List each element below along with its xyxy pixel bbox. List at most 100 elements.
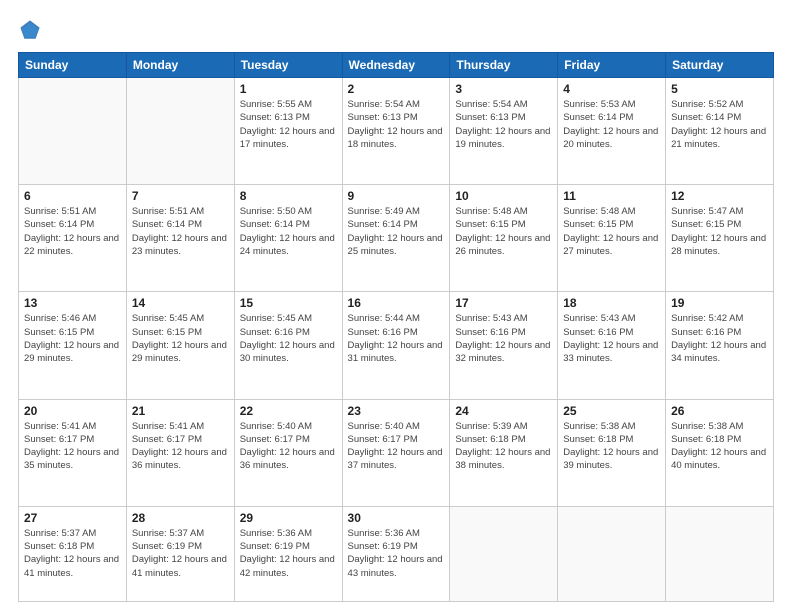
day-number: 6 — [24, 189, 121, 203]
day-info: Sunrise: 5:37 AM Sunset: 6:18 PM Dayligh… — [24, 527, 121, 580]
day-info: Sunrise: 5:51 AM Sunset: 6:14 PM Dayligh… — [24, 205, 121, 258]
day-number: 14 — [132, 296, 229, 310]
weekday-header-wednesday: Wednesday — [342, 53, 450, 78]
calendar-cell: 2 Sunrise: 5:54 AM Sunset: 6:13 PM Daylig… — [342, 78, 450, 185]
weekday-header-thursday: Thursday — [450, 53, 558, 78]
calendar-cell: 8 Sunrise: 5:50 AM Sunset: 6:14 PM Daylig… — [234, 185, 342, 292]
day-number: 24 — [455, 404, 552, 418]
calendar-cell: 12 Sunrise: 5:47 AM Sunset: 6:15 PM Dayli… — [666, 185, 774, 292]
calendar-cell: 17 Sunrise: 5:43 AM Sunset: 6:16 PM Dayli… — [450, 292, 558, 399]
day-number: 7 — [132, 189, 229, 203]
calendar-cell — [19, 78, 127, 185]
calendar-cell: 7 Sunrise: 5:51 AM Sunset: 6:14 PM Daylig… — [126, 185, 234, 292]
calendar-cell: 19 Sunrise: 5:42 AM Sunset: 6:16 PM Dayli… — [666, 292, 774, 399]
day-number: 25 — [563, 404, 660, 418]
day-number: 27 — [24, 511, 121, 525]
calendar-cell: 5Sunrise: 5:52 AM Sunset: 6:14 PM Daylig… — [666, 78, 774, 185]
day-number: 30 — [348, 511, 445, 525]
calendar-week-2: 6 Sunrise: 5:51 AM Sunset: 6:14 PM Daylig… — [19, 185, 774, 292]
weekday-header-tuesday: Tuesday — [234, 53, 342, 78]
day-info: Sunrise: 5:44 AM Sunset: 6:16 PM Dayligh… — [348, 312, 445, 365]
day-info: Sunrise: 5:36 AM Sunset: 6:19 PM Dayligh… — [348, 527, 445, 580]
calendar-cell: 10Sunrise: 5:48 AM Sunset: 6:15 PM Dayli… — [450, 185, 558, 292]
day-number: 19 — [671, 296, 768, 310]
day-number: 1 — [240, 82, 337, 96]
day-info: Sunrise: 5:45 AM Sunset: 6:16 PM Dayligh… — [240, 312, 337, 365]
weekday-header-sunday: Sunday — [19, 53, 127, 78]
day-info: Sunrise: 5:39 AM Sunset: 6:18 PM Dayligh… — [455, 420, 552, 473]
weekday-header-saturday: Saturday — [666, 53, 774, 78]
day-number: 12 — [671, 189, 768, 203]
day-info: Sunrise: 5:45 AM Sunset: 6:15 PM Dayligh… — [132, 312, 229, 365]
calendar-cell: 23 Sunrise: 5:40 AM Sunset: 6:17 PM Dayli… — [342, 399, 450, 506]
day-info: Sunrise: 5:53 AM Sunset: 6:14 PM Dayligh… — [563, 98, 660, 151]
day-info: Sunrise: 5:54 AM Sunset: 6:13 PM Dayligh… — [348, 98, 445, 151]
day-info: Sunrise: 5:41 AM Sunset: 6:17 PM Dayligh… — [132, 420, 229, 473]
calendar-cell: 15 Sunrise: 5:45 AM Sunset: 6:16 PM Dayli… — [234, 292, 342, 399]
calendar-week-3: 13Sunrise: 5:46 AM Sunset: 6:15 PM Dayli… — [19, 292, 774, 399]
day-number: 11 — [563, 189, 660, 203]
day-info: Sunrise: 5:52 AM Sunset: 6:14 PM Dayligh… — [671, 98, 768, 151]
day-number: 26 — [671, 404, 768, 418]
calendar-cell: 30 Sunrise: 5:36 AM Sunset: 6:19 PM Dayli… — [342, 506, 450, 601]
weekday-header-row: SundayMondayTuesdayWednesdayThursdayFrid… — [19, 53, 774, 78]
day-info: Sunrise: 5:48 AM Sunset: 6:15 PM Dayligh… — [563, 205, 660, 258]
weekday-header-monday: Monday — [126, 53, 234, 78]
day-number: 20 — [24, 404, 121, 418]
day-number: 17 — [455, 296, 552, 310]
calendar-cell: 29Sunrise: 5:36 AM Sunset: 6:19 PM Dayli… — [234, 506, 342, 601]
day-number: 28 — [132, 511, 229, 525]
calendar-cell: 9 Sunrise: 5:49 AM Sunset: 6:14 PM Daylig… — [342, 185, 450, 292]
calendar-cell: 11 Sunrise: 5:48 AM Sunset: 6:15 PM Dayli… — [558, 185, 666, 292]
day-info: Sunrise: 5:51 AM Sunset: 6:14 PM Dayligh… — [132, 205, 229, 258]
calendar-cell: 22Sunrise: 5:40 AM Sunset: 6:17 PM Dayli… — [234, 399, 342, 506]
day-info: Sunrise: 5:50 AM Sunset: 6:14 PM Dayligh… — [240, 205, 337, 258]
day-number: 16 — [348, 296, 445, 310]
page: SundayMondayTuesdayWednesdayThursdayFrid… — [0, 0, 792, 612]
calendar-cell: 20 Sunrise: 5:41 AM Sunset: 6:17 PM Dayli… — [19, 399, 127, 506]
calendar-cell: 6 Sunrise: 5:51 AM Sunset: 6:14 PM Daylig… — [19, 185, 127, 292]
calendar-cell: 24 Sunrise: 5:39 AM Sunset: 6:18 PM Dayli… — [450, 399, 558, 506]
day-number: 18 — [563, 296, 660, 310]
calendar-cell — [126, 78, 234, 185]
day-number: 22 — [240, 404, 337, 418]
calendar-cell: 27 Sunrise: 5:37 AM Sunset: 6:18 PM Dayli… — [19, 506, 127, 601]
day-info: Sunrise: 5:38 AM Sunset: 6:18 PM Dayligh… — [671, 420, 768, 473]
calendar-cell — [666, 506, 774, 601]
day-info: Sunrise: 5:43 AM Sunset: 6:16 PM Dayligh… — [563, 312, 660, 365]
day-info: Sunrise: 5:55 AM Sunset: 6:13 PM Dayligh… — [240, 98, 337, 151]
day-info: Sunrise: 5:40 AM Sunset: 6:17 PM Dayligh… — [348, 420, 445, 473]
day-info: Sunrise: 5:43 AM Sunset: 6:16 PM Dayligh… — [455, 312, 552, 365]
calendar-cell: 28Sunrise: 5:37 AM Sunset: 6:19 PM Dayli… — [126, 506, 234, 601]
logo — [18, 18, 46, 42]
day-number: 29 — [240, 511, 337, 525]
day-number: 2 — [348, 82, 445, 96]
calendar-cell: 16 Sunrise: 5:44 AM Sunset: 6:16 PM Dayli… — [342, 292, 450, 399]
calendar-cell: 14 Sunrise: 5:45 AM Sunset: 6:15 PM Dayli… — [126, 292, 234, 399]
calendar-week-5: 27 Sunrise: 5:37 AM Sunset: 6:18 PM Dayli… — [19, 506, 774, 601]
calendar-week-4: 20 Sunrise: 5:41 AM Sunset: 6:17 PM Dayli… — [19, 399, 774, 506]
weekday-header-friday: Friday — [558, 53, 666, 78]
calendar-cell: 13Sunrise: 5:46 AM Sunset: 6:15 PM Dayli… — [19, 292, 127, 399]
logo-icon — [18, 18, 42, 42]
day-number: 4 — [563, 82, 660, 96]
day-number: 8 — [240, 189, 337, 203]
calendar-table: SundayMondayTuesdayWednesdayThursdayFrid… — [18, 52, 774, 602]
calendar-cell: 25 Sunrise: 5:38 AM Sunset: 6:18 PM Dayli… — [558, 399, 666, 506]
day-info: Sunrise: 5:47 AM Sunset: 6:15 PM Dayligh… — [671, 205, 768, 258]
day-info: Sunrise: 5:42 AM Sunset: 6:16 PM Dayligh… — [671, 312, 768, 365]
day-number: 9 — [348, 189, 445, 203]
day-info: Sunrise: 5:41 AM Sunset: 6:17 PM Dayligh… — [24, 420, 121, 473]
calendar-cell: 21Sunrise: 5:41 AM Sunset: 6:17 PM Dayli… — [126, 399, 234, 506]
day-info: Sunrise: 5:54 AM Sunset: 6:13 PM Dayligh… — [455, 98, 552, 151]
calendar-cell — [450, 506, 558, 601]
day-info: Sunrise: 5:38 AM Sunset: 6:18 PM Dayligh… — [563, 420, 660, 473]
day-number: 23 — [348, 404, 445, 418]
day-number: 13 — [24, 296, 121, 310]
day-number: 3 — [455, 82, 552, 96]
day-number: 15 — [240, 296, 337, 310]
header — [18, 18, 774, 42]
calendar-cell: 26 Sunrise: 5:38 AM Sunset: 6:18 PM Dayli… — [666, 399, 774, 506]
day-info: Sunrise: 5:49 AM Sunset: 6:14 PM Dayligh… — [348, 205, 445, 258]
calendar-week-1: 1 Sunrise: 5:55 AM Sunset: 6:13 PM Daylig… — [19, 78, 774, 185]
